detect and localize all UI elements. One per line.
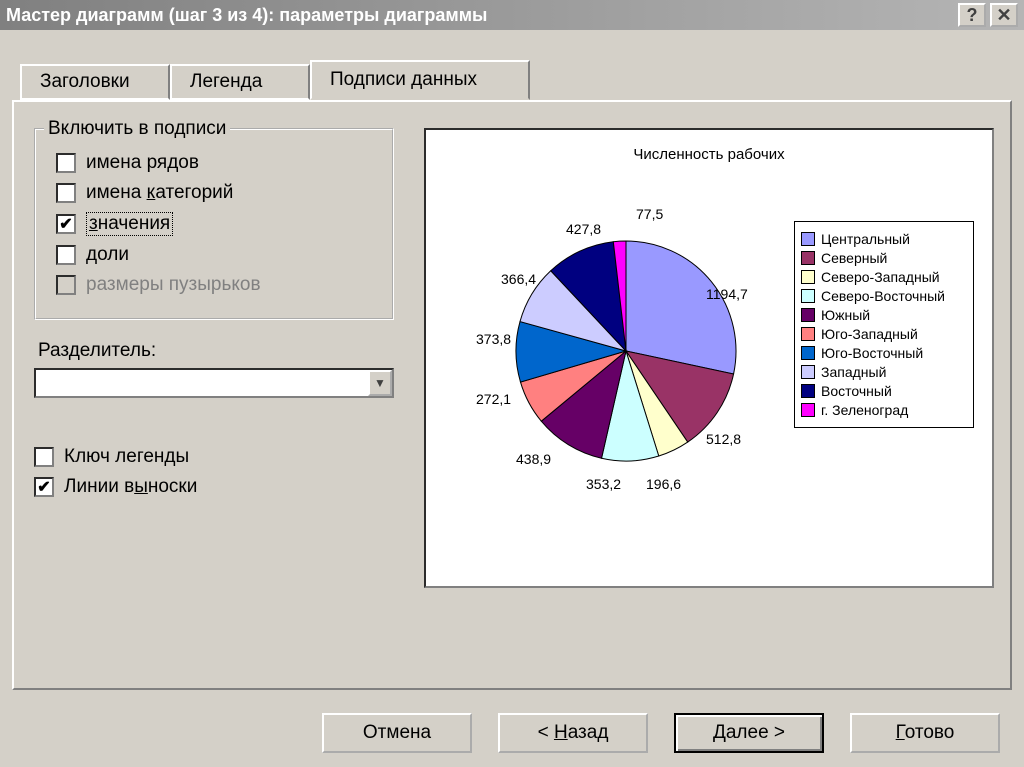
legend-label: Центральный (821, 231, 910, 247)
legend-swatch (801, 232, 815, 246)
legend-label: Северный (821, 250, 887, 266)
slice-label: 1194,7 (706, 286, 748, 302)
legend-row: Западный (801, 364, 967, 380)
legend-label: Восточный (821, 383, 892, 399)
chart-preview: Численность рабочих 1194,7 512,8 196,6 353,… (424, 128, 994, 588)
legend-swatch (801, 308, 815, 322)
option-bubble-sizes: размеры пузырьков (56, 274, 378, 296)
legend-swatch (801, 346, 815, 360)
option-label: Линии выноски (64, 476, 197, 498)
combo-dropdown-button[interactable] (368, 370, 392, 396)
legend-row: Восточный (801, 383, 967, 399)
back-button[interactable]: < Назад (498, 713, 648, 753)
legend-label: Юго-Западный (821, 326, 918, 342)
checkbox[interactable] (56, 183, 76, 203)
chart-legend: Центральный Северный Северо-Западный Северо… (794, 221, 974, 428)
checkbox-checked[interactable]: ✔ (56, 214, 76, 234)
legend-label: г. Зеленоград (821, 402, 908, 418)
tab-panel: Включить в подписи имена рядов имена кат… (12, 100, 1012, 690)
dialog-body: Заголовки Легенда Подписи данных Включит… (0, 30, 1024, 702)
checkbox[interactable] (34, 447, 54, 467)
option-label: имена рядов (86, 152, 199, 174)
legend-swatch (801, 270, 815, 284)
slice-label: 272,1 (476, 391, 511, 407)
tab-strip: Заголовки Легенда Подписи данных (20, 60, 1012, 100)
option-label: значения (86, 212, 173, 236)
legend-label: Северо-Западный (821, 269, 940, 285)
legend-row: г. Зеленоград (801, 402, 967, 418)
legend-swatch (801, 289, 815, 303)
separator-combo[interactable] (34, 368, 394, 398)
checkbox-disabled (56, 275, 76, 295)
help-button[interactable]: ? (958, 3, 986, 27)
next-button[interactable]: Далее > (674, 713, 824, 753)
slice-label: 353,2 (586, 476, 621, 492)
tab-data-labels[interactable]: Подписи данных (310, 60, 530, 100)
legend-swatch (801, 327, 815, 341)
slice-label: 77,5 (636, 206, 663, 222)
window-title: Мастер диаграмм (шаг 3 из 4): параметры … (6, 5, 954, 26)
checkbox[interactable] (56, 153, 76, 173)
option-label: размеры пузырьков (86, 274, 261, 296)
slice-label: 196,6 (646, 476, 681, 492)
tab-titles[interactable]: Заголовки (20, 64, 170, 100)
slice-label: 512,8 (706, 431, 741, 447)
slice-label: 366,4 (501, 271, 536, 287)
option-series-names[interactable]: имена рядов (56, 152, 378, 174)
legend-row: Северный (801, 250, 967, 266)
cancel-button[interactable]: Отмена (322, 713, 472, 753)
group-title: Включить в подписи (44, 118, 230, 140)
chart-area: 1194,7 512,8 196,6 353,2 438,9 272,1 373,8 366,… (436, 181, 982, 541)
option-category-names[interactable]: имена категорий (56, 182, 378, 204)
legend-swatch (801, 365, 815, 379)
button-row: Отмена < Назад Далее > Готово (0, 713, 1024, 753)
slice-label: 427,8 (566, 221, 601, 237)
slice-label: 438,9 (516, 451, 551, 467)
option-label: доли (86, 244, 129, 266)
legend-swatch (801, 251, 815, 265)
slice-label: 373,8 (476, 331, 511, 347)
legend-row: Южный (801, 307, 967, 323)
legend-label: Северо-Восточный (821, 288, 945, 304)
legend-swatch (801, 384, 815, 398)
option-label: имена категорий (86, 182, 233, 204)
combo-input[interactable] (36, 370, 368, 396)
finish-button[interactable]: Готово (850, 713, 1000, 753)
chart-title: Численность рабочих (436, 146, 982, 163)
include-labels-group: Включить в подписи имена рядов имена кат… (34, 128, 394, 320)
legend-row: Центральный (801, 231, 967, 247)
checkbox-checked[interactable]: ✔ (34, 477, 54, 497)
titlebar: Мастер диаграмм (шаг 3 из 4): параметры … (0, 0, 1024, 30)
option-percentages[interactable]: доли (56, 244, 378, 266)
legend-label: Западный (821, 364, 886, 380)
legend-label: Южный (821, 307, 870, 323)
tab-legend[interactable]: Легенда (170, 64, 310, 100)
option-values[interactable]: ✔ значения (56, 212, 378, 236)
close-button[interactable]: ✕ (990, 3, 1018, 27)
legend-row: Юго-Восточный (801, 345, 967, 361)
legend-row: Северо-Западный (801, 269, 967, 285)
legend-swatch (801, 403, 815, 417)
option-label: Ключ легенды (64, 446, 189, 468)
legend-row: Юго-Западный (801, 326, 967, 342)
checkbox[interactable] (56, 245, 76, 265)
legend-label: Юго-Восточный (821, 345, 923, 361)
legend-row: Северо-Восточный (801, 288, 967, 304)
